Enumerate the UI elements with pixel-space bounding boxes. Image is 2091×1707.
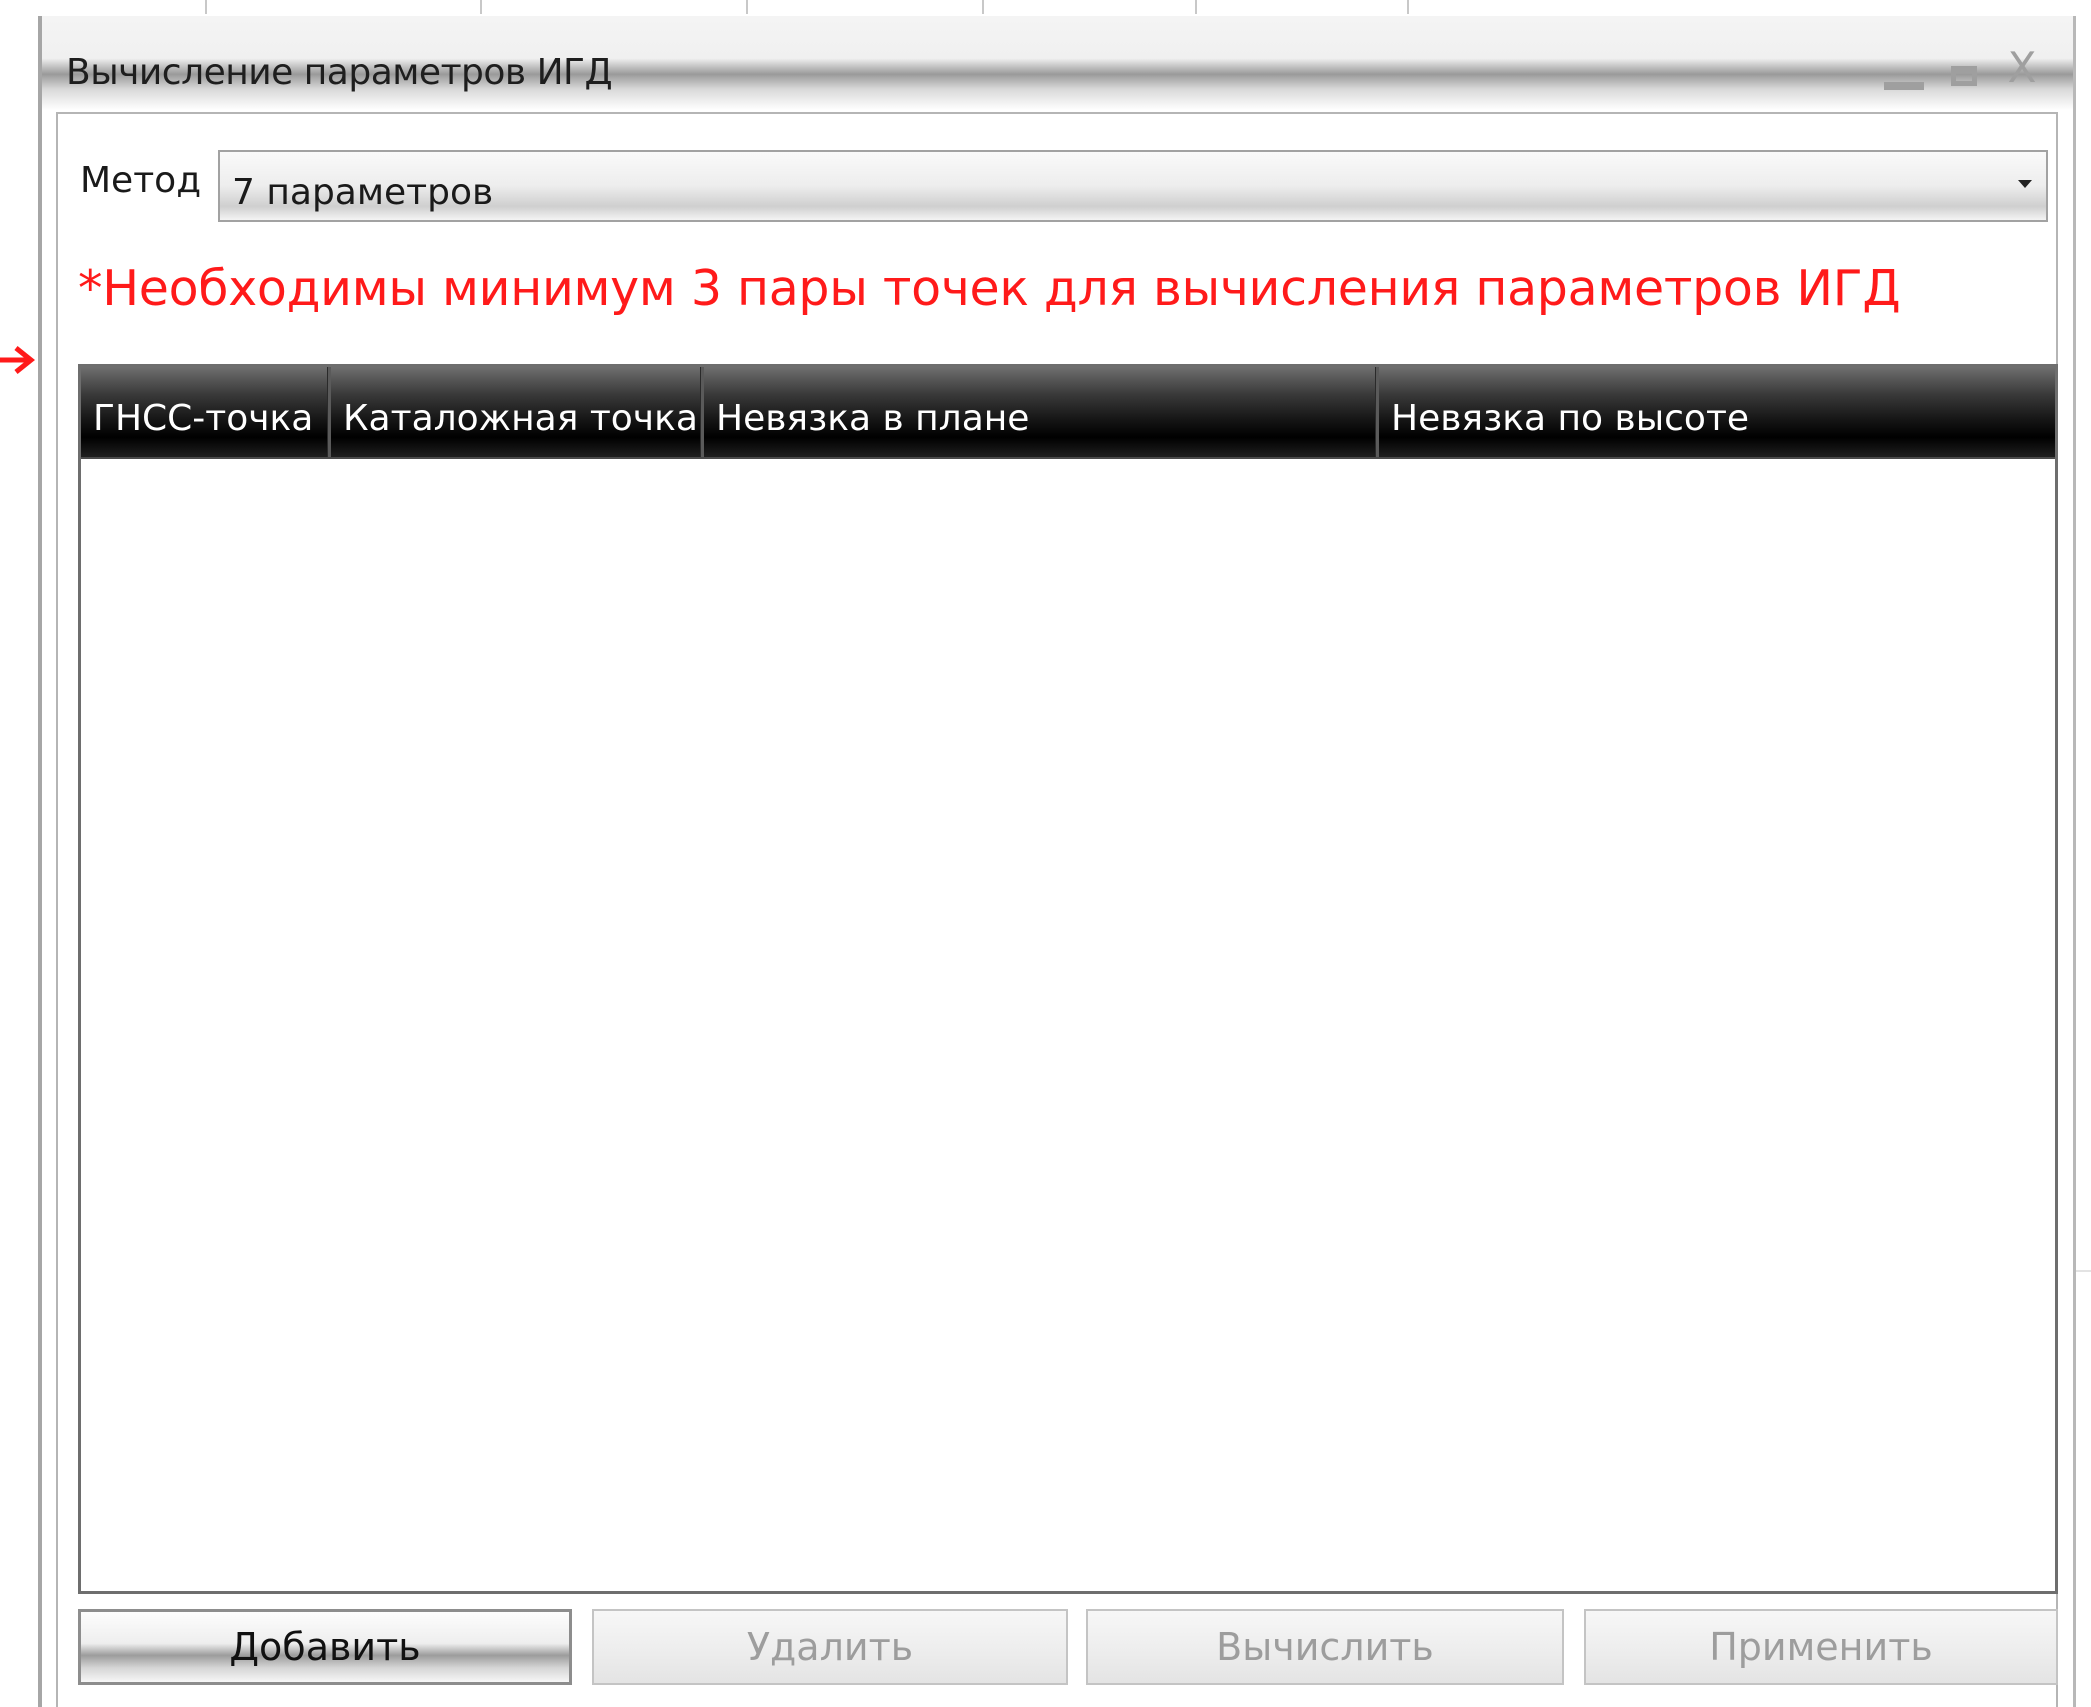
column-header-gnss-point[interactable]: ГНСС-точка <box>81 367 331 457</box>
maximize-button[interactable] <box>1940 54 1988 98</box>
delete-button[interactable]: Удалить <box>592 1609 1068 1685</box>
add-button[interactable]: Добавить <box>78 1609 572 1685</box>
close-button[interactable]: X <box>1998 46 2046 90</box>
dialog-content: Метод 7 параметров *Необходимы минимум 3… <box>56 112 2058 1707</box>
minimize-icon <box>1884 82 1924 90</box>
igd-parameters-dialog: Вычисление параметров ИГД X Метод 7 пара… <box>38 16 2076 1707</box>
points-table[interactable]: ГНСС-точка Каталожная точка Невязка в пл… <box>78 364 2058 1594</box>
warning-message: *Необходимы минимум 3 пары точек для выч… <box>78 260 1901 317</box>
compute-button[interactable]: Вычислить <box>1086 1609 1564 1685</box>
method-label: Метод <box>80 160 202 201</box>
maximize-icon <box>1951 66 1977 86</box>
background-divider <box>1195 0 1197 14</box>
column-header-label: Невязка в плане <box>716 397 1030 439</box>
background-divider <box>2076 1270 2091 1272</box>
action-buttons: Добавить Удалить Вычислить Применить <box>78 1609 2058 1687</box>
background-divider <box>1407 0 1409 14</box>
background-divider <box>205 0 207 14</box>
column-header-label: Каталожная точка <box>343 397 698 439</box>
window-title: Вычисление параметров ИГД <box>66 52 613 93</box>
background-divider <box>480 0 482 14</box>
method-dropdown[interactable]: 7 параметров <box>218 150 2048 222</box>
column-header-plan-residual[interactable]: Невязка в плане <box>704 367 1379 457</box>
chevron-down-icon <box>2018 180 2032 188</box>
arrow-right-icon <box>0 346 36 374</box>
background-divider <box>982 0 984 14</box>
background-divider <box>746 0 748 14</box>
minimize-button[interactable] <box>1880 54 1928 98</box>
title-bar[interactable]: Вычисление параметров ИГД X <box>42 16 2073 110</box>
close-icon: X <box>2007 43 2037 92</box>
column-header-label: Невязка по высоте <box>1391 397 1750 439</box>
column-header-height-residual[interactable]: Невязка по высоте <box>1379 367 2055 457</box>
column-header-catalog-point[interactable]: Каталожная точка <box>331 367 704 457</box>
column-header-label: ГНСС-точка <box>93 397 314 439</box>
method-selected-value: 7 параметров <box>232 172 494 213</box>
apply-button[interactable]: Применить <box>1584 1609 2058 1685</box>
table-header: ГНСС-точка Каталожная точка Невязка в пл… <box>81 367 2055 459</box>
